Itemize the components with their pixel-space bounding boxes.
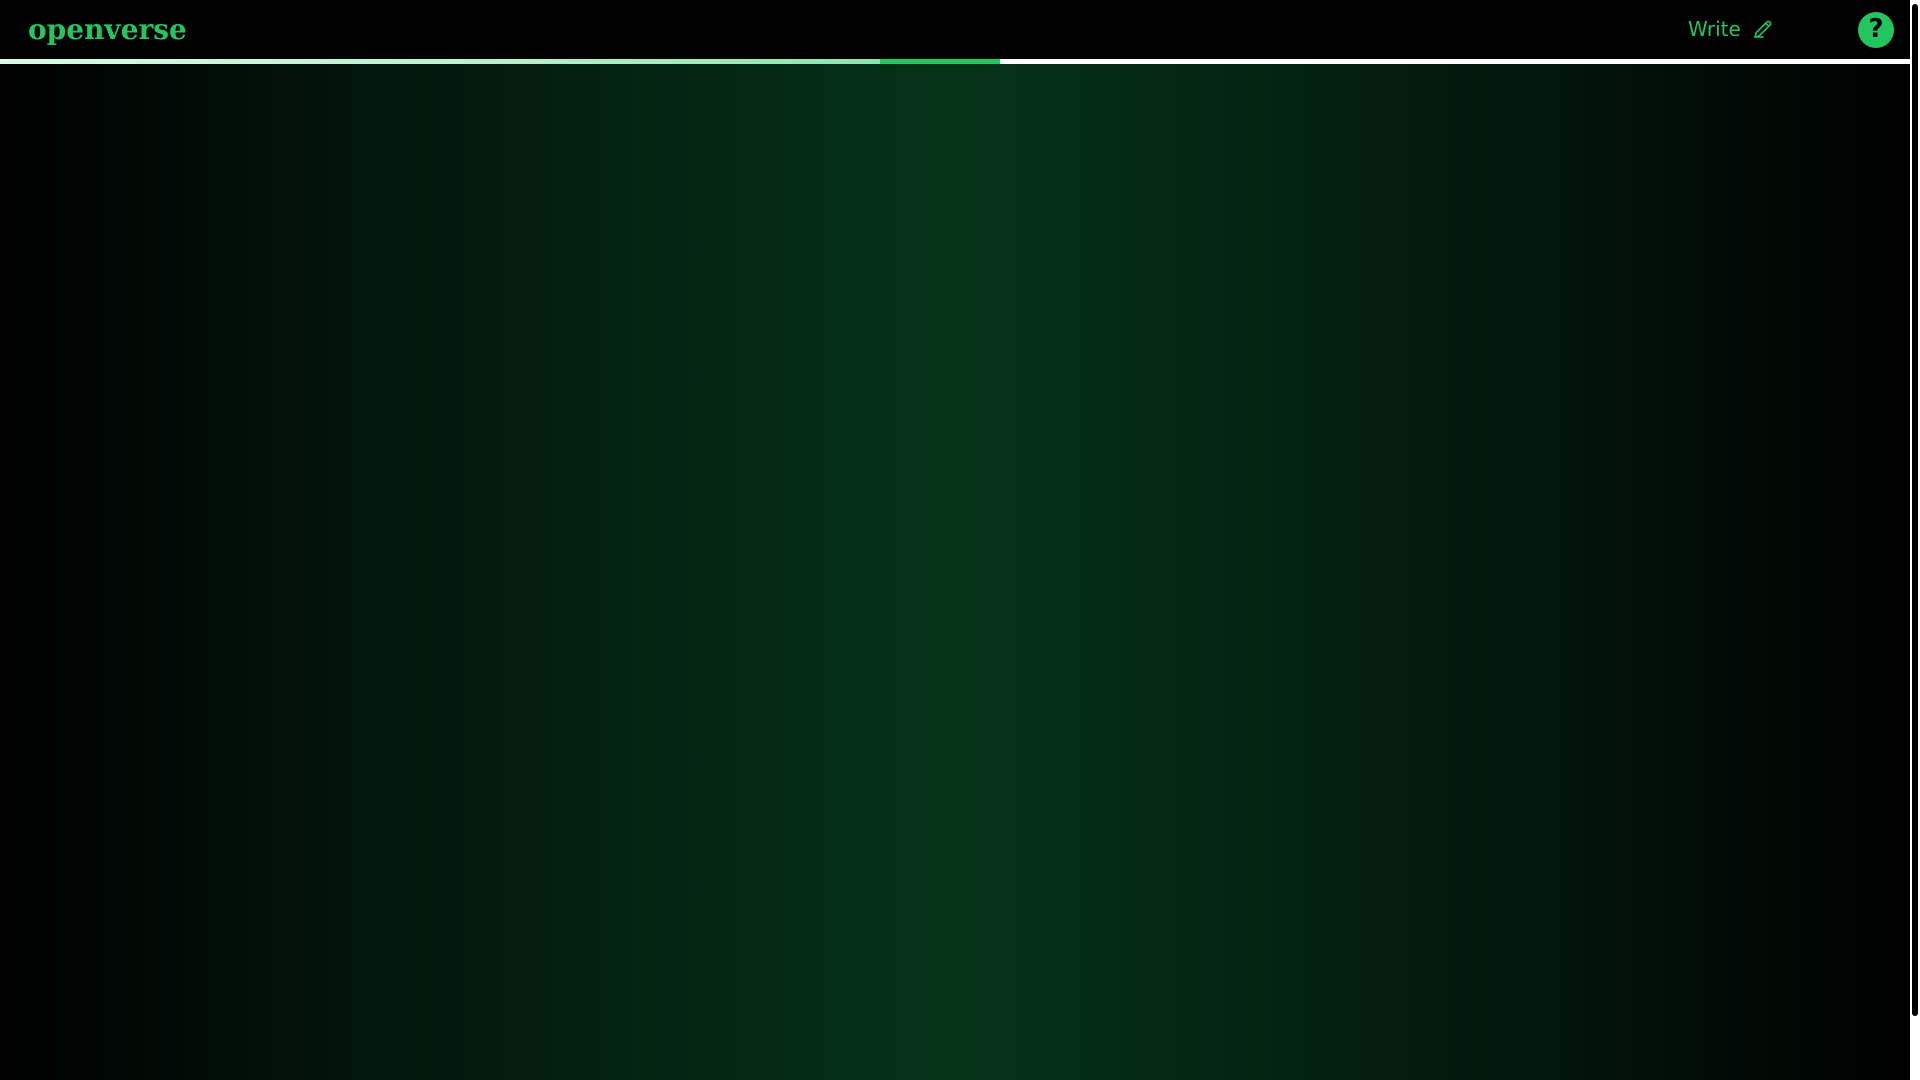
reading-progress-fill [0, 59, 880, 64]
app-window: openverse Write ? [0, 0, 1920, 1080]
main-content-area [0, 64, 1910, 1080]
help-icon: ? [1868, 14, 1884, 44]
vertical-scrollbar[interactable] [1910, 0, 1920, 1080]
write-button-label: Write [1688, 17, 1741, 41]
reading-progress-indicator [880, 59, 1000, 64]
help-button[interactable]: ? [1858, 12, 1894, 48]
pencil-icon [1751, 17, 1775, 41]
write-button[interactable]: Write [1684, 12, 1779, 46]
openverse-logo[interactable]: openverse [28, 10, 187, 50]
reading-progress-track [0, 59, 1910, 64]
top-navigation-bar: openverse Write ? [0, 0, 1910, 60]
scrollbar-thumb[interactable] [1912, 4, 1918, 1016]
